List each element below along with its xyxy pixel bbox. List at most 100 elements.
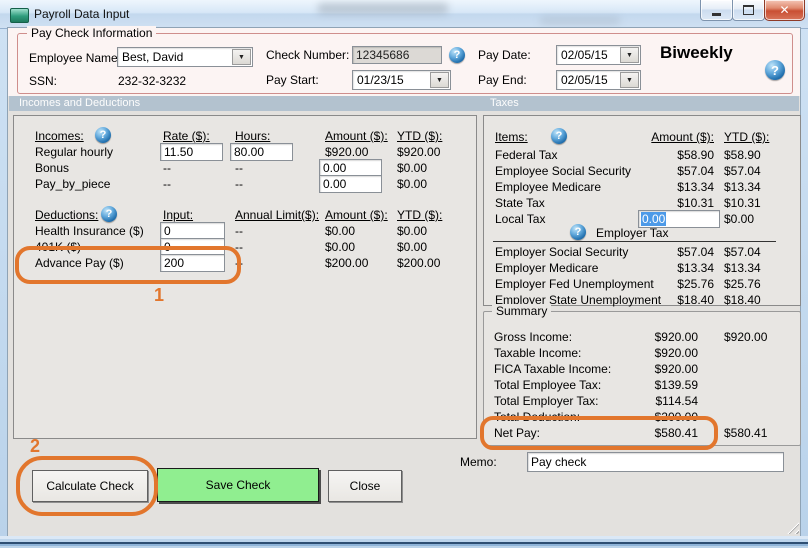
summary-amount: $580.41 [634, 426, 698, 440]
summary-groupbox: Summary Gross Income: $920.00 $920.00 Ta… [483, 311, 801, 446]
tax-row: Federal Tax $58.90 $58.90 [484, 148, 800, 164]
help-icon[interactable]: ? [570, 224, 586, 240]
deduction-limit: -- [235, 240, 243, 254]
deduction-ytd: $0.00 [397, 240, 427, 254]
employee-name-select[interactable]: Best, David ▼ [117, 47, 253, 67]
summary-row: Taxable Income: $920.00 [484, 346, 800, 362]
summary-label: Net Pay: [494, 426, 540, 440]
taxes-header: Taxes [490, 97, 519, 109]
summary-amount: $920.00 [634, 330, 698, 344]
check-number-field[interactable] [352, 46, 442, 64]
window-frame-bottom [0, 536, 808, 548]
deduction-limit: -- [235, 224, 243, 238]
summary-label: Total Employer Tax: [494, 394, 599, 408]
help-icon[interactable]: ? [551, 128, 567, 144]
minimize-icon [712, 13, 721, 16]
ssn-label: SSN: [29, 74, 57, 88]
tax-row: Employer Medicare $13.34 $13.34 [484, 261, 800, 277]
hours-input[interactable] [230, 143, 293, 161]
chevron-down-icon[interactable]: ▼ [620, 47, 639, 63]
calculate-check-button[interactable]: Calculate Check [32, 470, 148, 502]
tax-amount: $57.04 [650, 245, 714, 259]
employee-name-label: Employee Name: [29, 51, 121, 65]
income-ytd: $0.00 [397, 161, 427, 175]
chevron-down-icon[interactable]: ▼ [430, 72, 449, 88]
income-ytd: $0.00 [397, 177, 427, 191]
tax-ytd: $57.04 [724, 164, 761, 178]
items-title: Items: [495, 130, 528, 144]
selected-text: 0.00 [641, 212, 666, 226]
deduction-label: Advance Pay ($) [35, 256, 124, 270]
app-icon [10, 8, 29, 23]
summary-amount: $200.00 [634, 410, 698, 424]
income-hours: -- [235, 161, 243, 175]
income-label: Regular hourly [35, 145, 113, 159]
income-amount: $920.00 [325, 145, 368, 159]
income-row: Pay_by_piece -- -- $0.00 [14, 177, 476, 193]
deduction-row: 401K ($) -- $0.00 $0.00 [14, 240, 476, 256]
incomes-deductions-header: Incomes and Deductions [19, 97, 140, 109]
minimize-button[interactable] [700, 0, 733, 21]
deduction-amount: $200.00 [325, 256, 368, 270]
memo-label: Memo: [460, 455, 497, 469]
chevron-down-icon[interactable]: ▼ [232, 49, 251, 65]
help-icon[interactable]: ? [765, 60, 785, 80]
tax-ytd: $10.31 [724, 196, 761, 210]
payroll-window: Payroll Data Input ✕ Pay Check Informati… [0, 0, 808, 548]
tax-ytd: $0.00 [724, 212, 754, 226]
col-amount: Amount ($): [640, 130, 714, 144]
summary-label: FICA Taxable Income: [494, 362, 611, 376]
help-icon[interactable]: ? [449, 47, 465, 63]
summary-row: Total Employer Tax: $114.54 [484, 394, 800, 410]
help-icon[interactable]: ? [101, 206, 117, 222]
deduction-label: 401K ($) [35, 240, 81, 254]
window-controls: ✕ [701, 0, 805, 22]
rate-input[interactable] [160, 143, 223, 161]
close-icon: ✕ [779, 3, 789, 17]
background-blur [318, 3, 448, 14]
pay-start-select[interactable]: 01/23/15 ▼ [352, 70, 451, 90]
background-blur [540, 16, 620, 25]
window-title: Payroll Data Input [34, 7, 129, 21]
advance-pay-input[interactable] [160, 254, 225, 272]
maximize-button[interactable] [732, 0, 765, 21]
summary-row: Total Employee Tax: $139.59 [484, 378, 800, 394]
summary-label: Total Employee Tax: [494, 378, 601, 392]
deduction-row: Advance Pay ($) -- $200.00 $200.00 [14, 256, 476, 272]
annotation-step-2: 2 [30, 436, 40, 457]
income-rate: -- [163, 177, 171, 191]
paycheck-info-legend: Pay Check Information [27, 26, 156, 40]
summary-row: FICA Taxable Income: $920.00 [484, 362, 800, 378]
ssn-value: 232-32-3232 [118, 74, 186, 88]
summary-row-net-pay: Net Pay: $580.41 $580.41 [484, 426, 800, 442]
chevron-down-icon[interactable]: ▼ [620, 72, 639, 88]
piece-amount-input[interactable] [319, 175, 382, 193]
col-limit: Annual Limit($): [235, 208, 319, 222]
help-icon[interactable]: ? [95, 127, 111, 143]
income-rate: -- [163, 161, 171, 175]
save-check-button[interactable]: Save Check [157, 468, 319, 502]
summary-amount: $114.54 [634, 394, 698, 408]
tax-ytd: $57.04 [724, 245, 761, 259]
tax-ytd: $13.34 [724, 180, 761, 194]
incomes-deductions-panel: Incomes: Rate ($): Hours: Amount ($): YT… [13, 115, 477, 439]
pay-end-value: 02/05/15 [561, 73, 608, 87]
col-ytd: YTD ($): [724, 130, 769, 144]
summary-legend: Summary [492, 304, 551, 318]
close-window-button[interactable]: ✕ [764, 0, 805, 21]
memo-input[interactable] [527, 452, 784, 472]
annotation-step-1: 1 [154, 285, 164, 306]
summary-label: Gross Income: [494, 330, 572, 344]
pay-date-label: Pay Date: [478, 48, 531, 62]
check-number-label: Check Number: [266, 48, 349, 62]
pay-end-select[interactable]: 02/05/15 ▼ [556, 70, 641, 90]
tax-row: Employer Fed Unemployment $25.76 $25.76 [484, 277, 800, 293]
close-button[interactable]: Close [328, 470, 402, 502]
pay-date-select[interactable]: 02/05/15 ▼ [556, 45, 641, 65]
col-rate: Rate ($): [163, 129, 210, 143]
summary-ytd: $580.41 [724, 426, 767, 440]
col-hours: Hours: [235, 129, 270, 143]
tax-ytd: $25.76 [724, 277, 761, 291]
deduction-limit: -- [235, 256, 243, 270]
deduction-ytd: $200.00 [397, 256, 440, 270]
